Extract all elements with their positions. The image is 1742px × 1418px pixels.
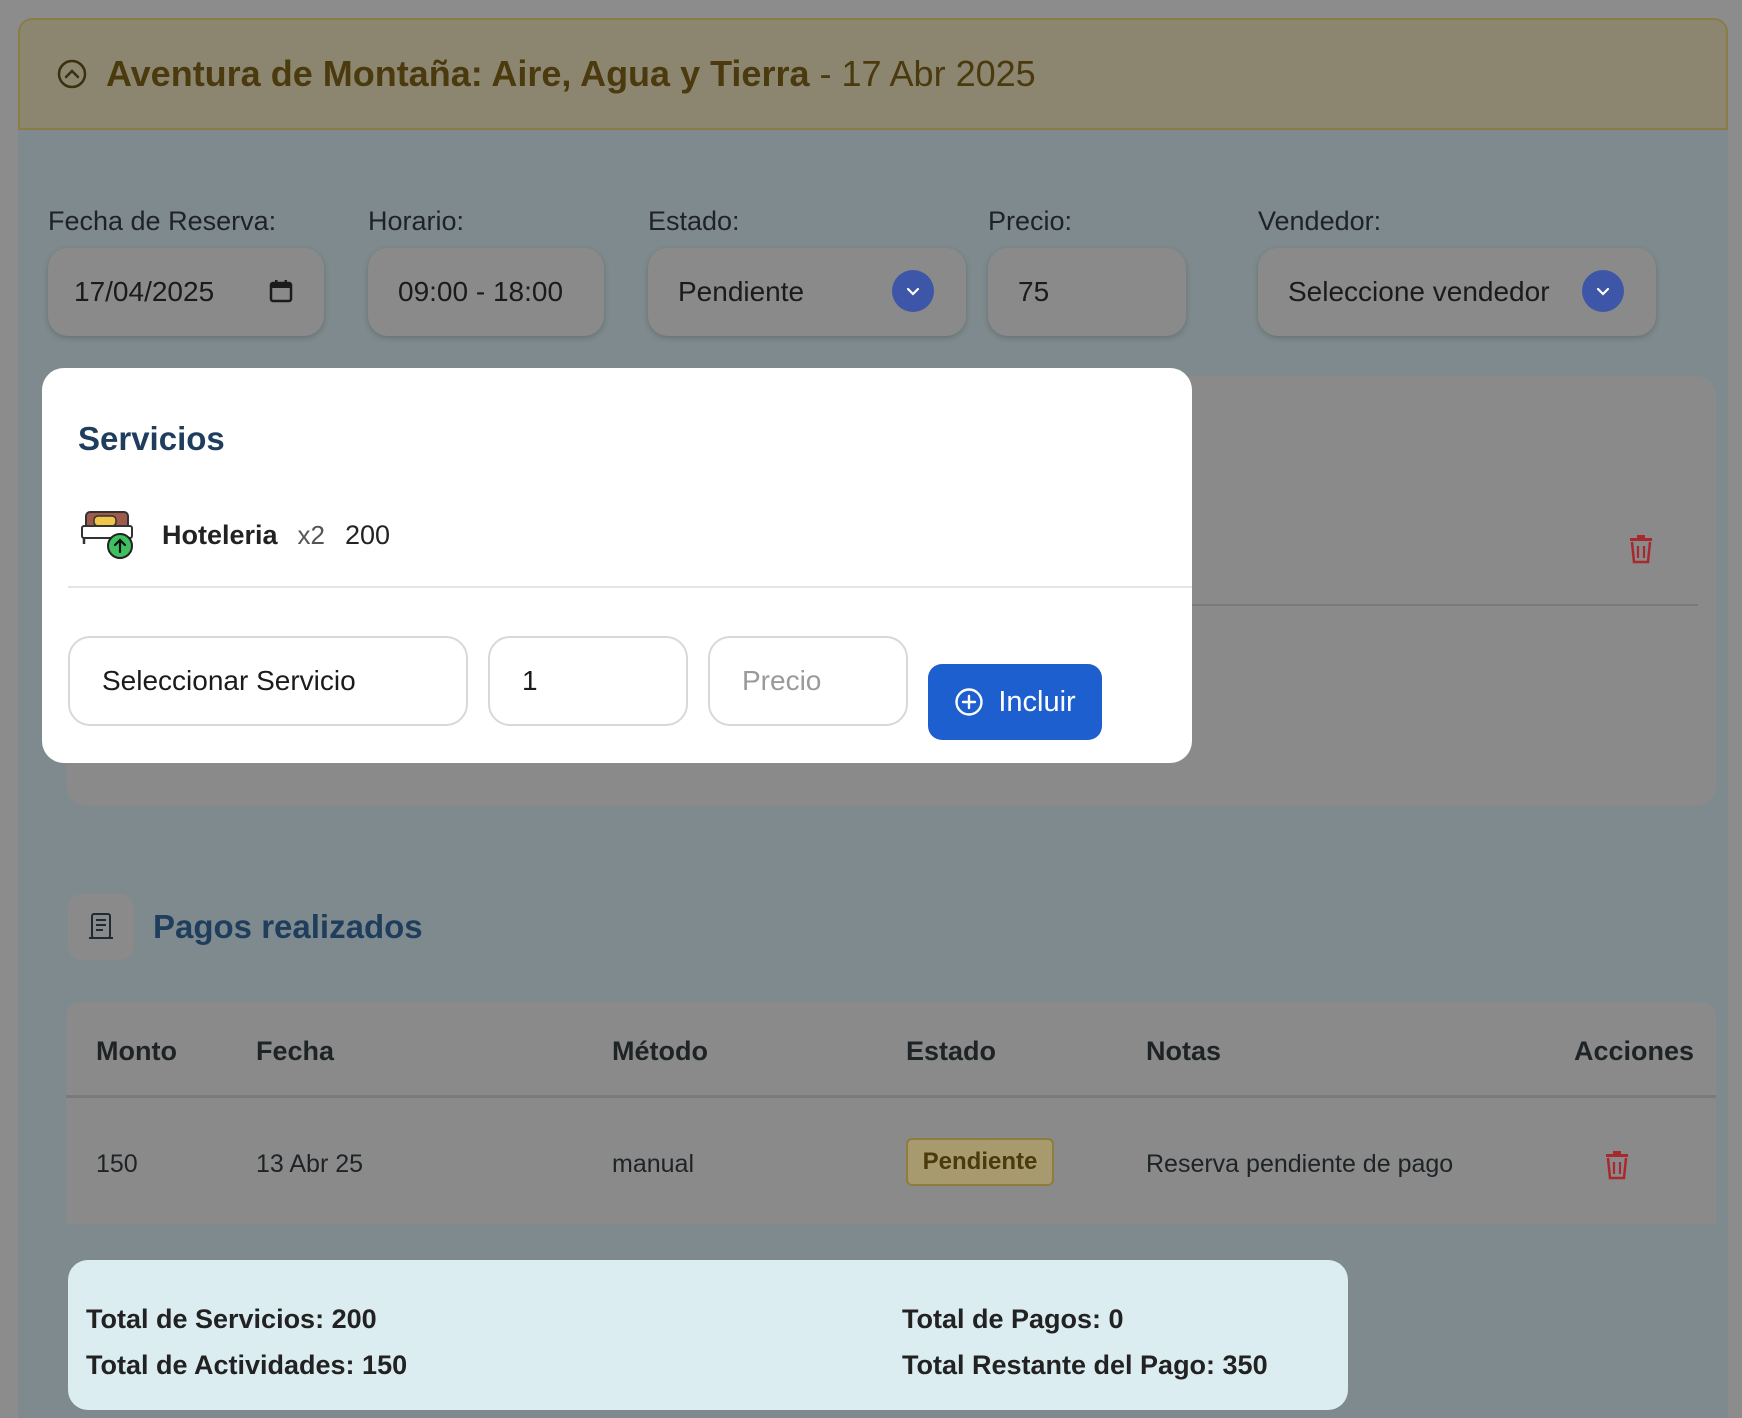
column-acciones: Acciones <box>1574 1036 1695 1066</box>
horario-value: 09:00 - 18:00 <box>398 276 564 307</box>
column-monto: Monto <box>96 1036 177 1066</box>
chevron-down-icon[interactable] <box>1582 270 1624 312</box>
fecha-value: 17/04/2025 <box>74 276 215 307</box>
card-date: - 17 Abr 2025 <box>819 53 1036 94</box>
totals-summary: Total de Servicios: 200 Total de Activid… <box>68 1260 1348 1410</box>
vendedor-label: Vendedor: <box>1258 206 1382 236</box>
plus-circle-icon <box>954 687 984 717</box>
incluir-button[interactable]: Incluir <box>928 664 1102 740</box>
vendedor-value: Seleccione vendedor <box>1288 276 1550 307</box>
payments-title: Pagos realizados <box>153 908 423 945</box>
trash-icon[interactable] <box>1628 534 1654 569</box>
calendar-icon[interactable] <box>268 278 294 311</box>
fecha-input[interactable]: 17/04/2025 <box>48 248 324 336</box>
vendedor-select[interactable]: Seleccione vendedor <box>1258 248 1656 336</box>
price-input[interactable]: Precio <box>708 636 908 726</box>
collapse-chevron-up-icon[interactable] <box>56 58 88 90</box>
column-metodo: Método <box>612 1036 708 1066</box>
service-select[interactable]: Seleccionar Servicio <box>68 636 468 726</box>
table-header: Monto Fecha Método Estado Notas Acciones <box>66 1002 1716 1098</box>
service-select-value: Seleccionar Servicio <box>102 665 356 696</box>
incluir-label: Incluir <box>998 685 1076 718</box>
service-price: 200 <box>345 520 391 550</box>
payments-table: Monto Fecha Método Estado Notas Acciones… <box>66 1002 1716 1224</box>
chevron-down-icon[interactable] <box>892 270 934 312</box>
quantity-value: 1 <box>522 665 538 696</box>
column-estado: Estado <box>906 1036 997 1066</box>
horario-input[interactable]: 09:00 - 18:00 <box>368 248 604 336</box>
service-name: Hoteleria <box>162 520 278 550</box>
services-popup: Servicios Hoteleria x2 200 Seleccionar S… <box>42 368 1192 763</box>
column-fecha: Fecha <box>256 1036 335 1066</box>
precio-input[interactable]: 75 <box>988 248 1186 336</box>
cell-metodo: manual <box>612 1150 694 1178</box>
quantity-input[interactable]: 1 <box>488 636 688 726</box>
trash-icon[interactable] <box>1604 1150 1630 1185</box>
cell-monto: 150 <box>96 1150 138 1178</box>
estado-select[interactable]: Pendiente <box>648 248 966 336</box>
fecha-label: Fecha de Reserva: <box>48 206 277 236</box>
total-restante: Total Restante del Pago: 350 <box>902 1350 1268 1380</box>
list-item: Hoteleria x2 200 <box>80 504 390 567</box>
popup-divider <box>68 586 1192 588</box>
total-servicios: Total de Servicios: 200 <box>86 1304 377 1334</box>
receipt-icon <box>68 894 134 960</box>
price-placeholder: Precio <box>742 665 822 696</box>
estado-value: Pendiente <box>678 276 805 307</box>
horario-label: Horario: <box>368 206 465 236</box>
card-title: Aventura de Montaña: Aire, Agua y Tierra <box>106 53 810 94</box>
cell-notas: Reserva pendiente de pago <box>1146 1150 1454 1178</box>
status-badge: Pendiente <box>906 1138 1054 1186</box>
total-actividades: Total de Actividades: 150 <box>86 1350 408 1380</box>
card-header[interactable]: Aventura de Montaña: Aire, Agua y Tierra… <box>18 18 1728 130</box>
total-pagos: Total de Pagos: 0 <box>902 1304 1124 1334</box>
service-qty: x2 <box>297 520 326 550</box>
precio-label: Precio: <box>988 206 1073 236</box>
precio-value: 75 <box>1018 276 1050 307</box>
cell-fecha: 13 Abr 25 <box>256 1150 364 1178</box>
hotel-bed-icon <box>80 504 138 567</box>
services-title: Servicios <box>78 420 225 457</box>
column-notas: Notas <box>1146 1036 1222 1066</box>
estado-label: Estado: <box>648 206 740 236</box>
